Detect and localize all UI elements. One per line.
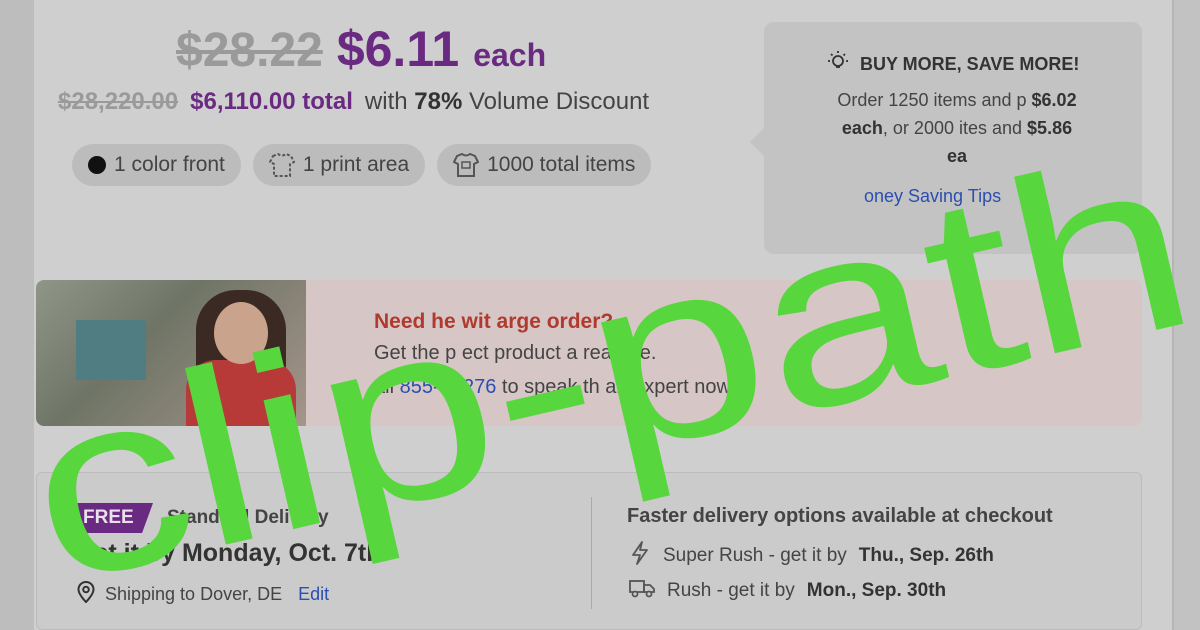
help-call-line: all 855- -2276 to speak th an expert now…: [374, 376, 736, 399]
old-unit-price: $28.22: [176, 24, 323, 77]
pill-label: 1000 total items: [487, 153, 636, 176]
location-pin-icon: [77, 580, 95, 608]
product-page: $28.22 $6.11 each $28,220.00 $6,110.00 t…: [0, 0, 1200, 630]
rush-row: Rush - get it by Mon., Sep. 30th: [629, 577, 946, 605]
delivery-panel: FREE Standard Delivery Get it by Monday,…: [36, 472, 1142, 630]
super-rush-text: Super Rush - get it by: [663, 545, 847, 566]
new-total-price: $6,110.00 total: [190, 88, 353, 115]
buy-more-title-row: BUY MORE, SAVE MORE!: [826, 50, 1079, 79]
delivery-divider: [591, 497, 592, 609]
buy-more-each: ea: [946, 146, 968, 166]
unit-price-row: $28.22 $6.11 each: [176, 20, 546, 78]
buy-more-text: Order 1250 items and p: [837, 90, 1027, 110]
faster-delivery-title: Faster delivery options available at che…: [627, 505, 1053, 527]
lightbulb-icon: [826, 50, 850, 79]
discount-text: with 78% Volume Discount: [365, 88, 649, 116]
edit-shipping-link[interactable]: Edit: [298, 584, 329, 605]
order-summary-pills: 1 color front 1 print area 1000 total it…: [72, 144, 652, 186]
total-price-row: $28,220.00 $6,110.00 total with 78% Volu…: [58, 88, 649, 116]
discount-suffix: Volume Discount: [468, 88, 650, 115]
pill-label: 1 print area: [302, 153, 410, 176]
shipping-location: Shipping to Dover, DE: [105, 584, 283, 604]
color-dot-icon: [88, 156, 106, 174]
buy-more-body: Order 1250 items and p $6.02 each, or 20…: [792, 86, 1122, 170]
old-total-price: $28,220.00: [58, 88, 179, 115]
pill-print-area[interactable]: 1 print area: [252, 144, 426, 186]
help-phone-link[interactable]: 855- -2276: [400, 376, 497, 398]
delivery-date: Get it by Monday, Oct. 7th: [75, 539, 382, 567]
large-order-help-banner: Need he wit arge order? Get the p ect pr…: [36, 280, 1142, 426]
pill-label: 1 color front: [114, 153, 225, 176]
pill-total-items[interactable]: 1000 total items: [437, 144, 652, 186]
lightning-icon: [629, 541, 651, 571]
support-agent-photo: [36, 280, 306, 426]
truck-icon: [629, 577, 655, 605]
discount-prefix: with: [364, 88, 408, 115]
right-scrollbar[interactable]: [1172, 0, 1200, 630]
help-call-suffix: to speak th an expert now!: [501, 376, 737, 398]
buy-more-box: BUY MORE, SAVE MORE! Order 1250 items an…: [764, 22, 1142, 254]
buy-more-text: s and: [977, 118, 1023, 138]
new-unit-price: $6.11: [336, 21, 460, 77]
help-call-prefix: all: [374, 376, 395, 398]
shirt-icon: [453, 153, 480, 177]
pill-color-front[interactable]: 1 color front: [72, 144, 241, 186]
standard-delivery-label: Standard Delivery: [167, 507, 329, 528]
tier-price-1250: $6.02: [1031, 90, 1077, 110]
buy-more-pointer: [750, 128, 764, 156]
help-title: Need he wit arge order?: [374, 310, 614, 333]
buy-more-each: each: [841, 118, 883, 138]
rush-text: Rush - get it by: [667, 580, 795, 601]
help-subtitle: Get the p ect product a reat p e.: [374, 342, 657, 364]
buy-more-title: BUY MORE, SAVE MORE!: [860, 54, 1080, 74]
discount-percent: 78%: [414, 88, 463, 115]
left-rail: [0, 0, 34, 630]
buy-more-text: , or 2000 ite: [882, 118, 978, 138]
tier-price-2000: $5.86: [1027, 118, 1073, 138]
rush-date: Mon., Sep. 30th: [806, 580, 947, 601]
super-rush-row: Super Rush - get it by Thu., Sep. 26th: [629, 541, 994, 571]
print-area-icon: [268, 153, 295, 177]
money-saving-tips-link[interactable]: oney Saving Tips: [864, 186, 1001, 207]
shipping-row: Shipping to Dover, DE Edit: [77, 580, 329, 608]
super-rush-date: Thu., Sep. 26th: [858, 545, 994, 566]
unit-suffix: each: [473, 37, 547, 73]
free-badge: FREE: [75, 503, 153, 533]
